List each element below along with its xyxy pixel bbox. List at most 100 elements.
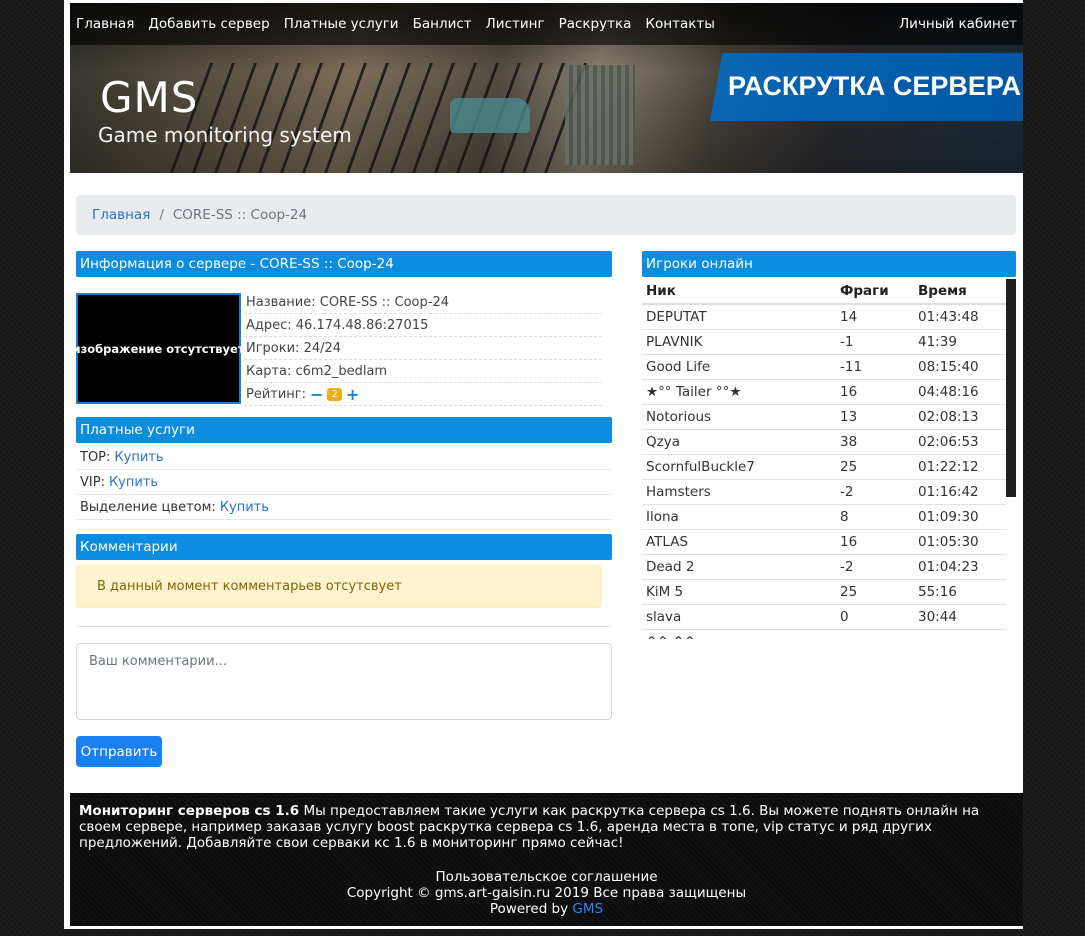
player-time: 02:06:53 (914, 429, 1006, 455)
player-time: 01:22:12 (914, 454, 1006, 480)
nav-banlist[interactable]: Банлист (413, 16, 472, 32)
player-time: 01:09:30 (914, 504, 1006, 530)
no-comments-alert: В данный момент комментарьев отсутсвует (76, 565, 602, 608)
footer-about-title: Мониторинг серверов cs 1.6 (79, 803, 300, 819)
player-frags: 16 (836, 379, 914, 405)
table-row: ATLAS 16 01:05:30 (642, 529, 1006, 555)
buy-color-link[interactable]: Купить (220, 500, 269, 515)
player-time: 02:08:13 (914, 404, 1006, 430)
table-row: ^^ ^^ (642, 629, 1006, 639)
table-row: Dead 2 -2 01:04:23 (642, 554, 1006, 580)
site-tagline: Game monitoring system (98, 123, 352, 147)
table-row: ★°° Tailer °°★ 16 04:48:16 (642, 379, 1006, 405)
footer-about: Мониторинг серверов cs 1.6 Мы предоставл… (79, 803, 1009, 851)
breadcrumb-current: CORE-SS :: Coop-24 (172, 207, 308, 223)
table-row: Qzya 38 02:06:53 (642, 429, 1006, 455)
paid-item-label: Выделение цветом: (80, 499, 216, 515)
buy-vip-link[interactable]: Купить (109, 475, 158, 490)
server-image-placeholder: изображение отсутствует (73, 293, 245, 404)
promo-text: РАСКРУТКА СЕРВЕРА (728, 71, 1022, 101)
rating-up-button[interactable]: + (346, 385, 359, 404)
player-time: 08:15:40 (914, 354, 1006, 380)
table-row: Notorious 13 02:08:13 (642, 404, 1006, 430)
banner-car (450, 98, 530, 133)
player-frags: -11 (836, 354, 914, 380)
footer-gms-link[interactable]: GMS (572, 901, 603, 917)
footer: Мониторинг серверов cs 1.6 Мы предоставл… (70, 793, 1023, 926)
paid-item-label: VIP: (80, 474, 105, 490)
player-frags: 8 (836, 504, 914, 530)
player-frags: -2 (836, 479, 914, 505)
nav-paid-services[interactable]: Платные услуги (284, 16, 399, 32)
paid-services-heading: Платные услуги (76, 417, 612, 443)
footer-agreement-link[interactable]: Пользовательское соглашение (70, 869, 1023, 886)
player-nick: Ilona (642, 504, 836, 530)
nav-account[interactable]: Личный кабинет (899, 16, 1017, 32)
nav-contacts[interactable]: Контакты (645, 16, 714, 32)
footer-copyright: Copyright © gms.art-gaisin.ru 2019 Все п… (346, 885, 747, 901)
nav-add-server[interactable]: Добавить сервер (148, 16, 269, 32)
paid-services-list: TOP: Купить VIP: Купить Выделение цветом… (76, 445, 612, 520)
server-address: Адрес: 46.174.48.86:27015 (244, 314, 602, 337)
players-table: Ник Фраги Время DEPUTAT 14 01:43:48 PLAVNIK… (642, 279, 1006, 639)
promo-banner[interactable]: РАСКРУТКА СЕРВЕРА (710, 53, 1023, 121)
server-players: Игроки: 24/24 (244, 337, 602, 360)
nav-listing[interactable]: Листинг (486, 16, 545, 32)
player-nick: ATLAS (642, 529, 836, 555)
comments-heading: Комментарии (76, 534, 612, 560)
player-nick: DEPUTAT (642, 304, 836, 330)
buy-top-link[interactable]: Купить (114, 450, 163, 465)
rating-down-button[interactable]: − (310, 385, 323, 404)
table-row: KiM 5 25 55:16 (642, 579, 1006, 605)
players-table-container[interactable]: Ник Фраги Время DEPUTAT 14 01:43:48 PLAVNIK… (642, 279, 1016, 639)
player-time: 04:48:16 (914, 379, 1006, 405)
player-nick: Hamsters (642, 479, 836, 505)
player-frags: 38 (836, 429, 914, 455)
submit-comment-button[interactable]: Отправить (76, 736, 162, 767)
column-header-nick[interactable]: Ник (642, 279, 836, 305)
player-nick: Notorious (642, 404, 836, 430)
table-row: ScornfulBuckle7 25 01:22:12 (642, 454, 1006, 480)
player-nick: ScornfulBuckle7 (642, 454, 836, 480)
paid-item-vip: VIP: Купить (76, 470, 612, 495)
nav-home[interactable]: Главная (76, 16, 134, 32)
table-row: slava 0 30:44 (642, 604, 1006, 630)
player-frags: -1 (836, 329, 914, 355)
player-frags: 13 (836, 404, 914, 430)
nav-promotion[interactable]: Раскрутка (559, 16, 632, 32)
server-name: Название: CORE-SS :: Coop-24 (244, 291, 602, 314)
player-frags (836, 629, 914, 639)
table-row: PLAVNIK -1 41:39 (642, 329, 1006, 355)
player-frags: 25 (836, 579, 914, 605)
server-info-list: Название: CORE-SS :: Coop-24 Адрес: 46.1… (244, 291, 602, 406)
player-time: 55:16 (914, 579, 1006, 605)
comment-textarea[interactable]: Ваш комментарии... (76, 643, 612, 720)
server-info-heading: Информация о сервере - CORE-SS :: Coop-2… (76, 251, 612, 277)
player-frags: 25 (836, 454, 914, 480)
column-header-time[interactable]: Время (914, 279, 1006, 305)
page-frame: GMS Game monitoring system РАСКРУТКА СЕР… (64, 0, 1023, 929)
breadcrumb-separator: / (159, 207, 164, 223)
paid-item-label: TOP: (80, 449, 111, 465)
player-time: 01:04:23 (914, 554, 1006, 580)
player-nick: Good Life (642, 354, 836, 380)
table-row: Hamsters -2 01:16:42 (642, 479, 1006, 505)
breadcrumb-home[interactable]: Главная (92, 207, 150, 223)
site-logo[interactable]: GMS (100, 73, 198, 122)
table-row: Good Life -11 08:15:40 (642, 354, 1006, 380)
players-online-heading: Игроки онлайн (642, 251, 1016, 277)
table-row: DEPUTAT 14 01:43:48 (642, 304, 1006, 330)
paid-item-top: TOP: Купить (76, 445, 612, 470)
player-time: 41:39 (914, 329, 1006, 355)
rating-label: Рейтинг: (246, 386, 307, 402)
player-nick: ^^ ^^ (642, 629, 836, 639)
table-header-row: Ник Фраги Время (642, 279, 1006, 305)
footer-powered-prefix: Powered by (489, 901, 573, 917)
player-time: 01:16:42 (914, 479, 1006, 505)
players-scrollbar[interactable] (1006, 279, 1016, 497)
breadcrumb: Главная / CORE-SS :: Coop-24 (76, 195, 1016, 235)
column-header-frags[interactable]: Фраги (836, 279, 914, 305)
player-nick: KiM 5 (642, 579, 836, 605)
player-time: 01:05:30 (914, 529, 1006, 555)
player-nick: Dead 2 (642, 554, 836, 580)
